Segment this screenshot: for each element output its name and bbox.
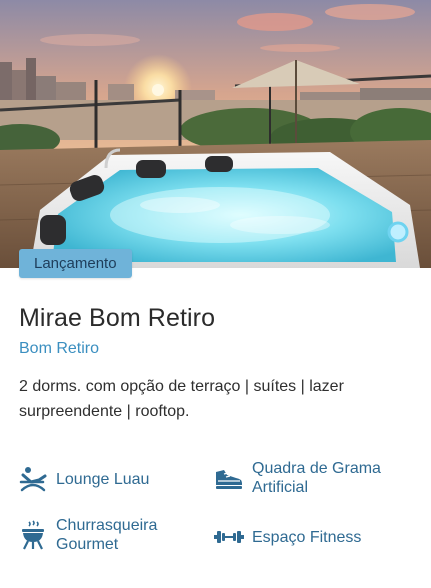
property-card[interactable]: Lançamento Mirae Bom Retiro Bom Retiro 2… — [0, 0, 431, 588]
amenity-espaco-fitness: Espaço Fitness — [214, 522, 402, 552]
lounge-chair-icon — [18, 464, 48, 494]
amenity-label: Lounge Luau — [56, 470, 150, 488]
property-description: 2 dorms. com opção de terraço | suítes |… — [19, 378, 344, 420]
amenity-lounge-luau: Lounge Luau — [18, 464, 206, 494]
amenity-label: Espaço Fitness — [252, 528, 362, 546]
launch-badge: Lançamento — [19, 249, 132, 278]
neighborhood-label: Bom Retiro — [19, 340, 100, 357]
amenity-label: Quadra de Grama Artificial — [252, 460, 381, 496]
dumbbell-icon — [214, 522, 244, 552]
property-title[interactable]: Mirae Bom Retiro — [19, 304, 215, 333]
sneaker-icon — [214, 463, 244, 493]
amenity-quadra-grama: Quadra de Grama Artificial — [214, 459, 402, 497]
property-photo[interactable] — [0, 0, 431, 268]
rooftop-jacuzzi-image — [0, 0, 431, 268]
grill-icon — [18, 520, 48, 550]
amenity-label: Churrasqueira Gourmet — [56, 517, 158, 553]
amenity-churrasqueira: Churrasqueira Gourmet — [18, 516, 206, 554]
